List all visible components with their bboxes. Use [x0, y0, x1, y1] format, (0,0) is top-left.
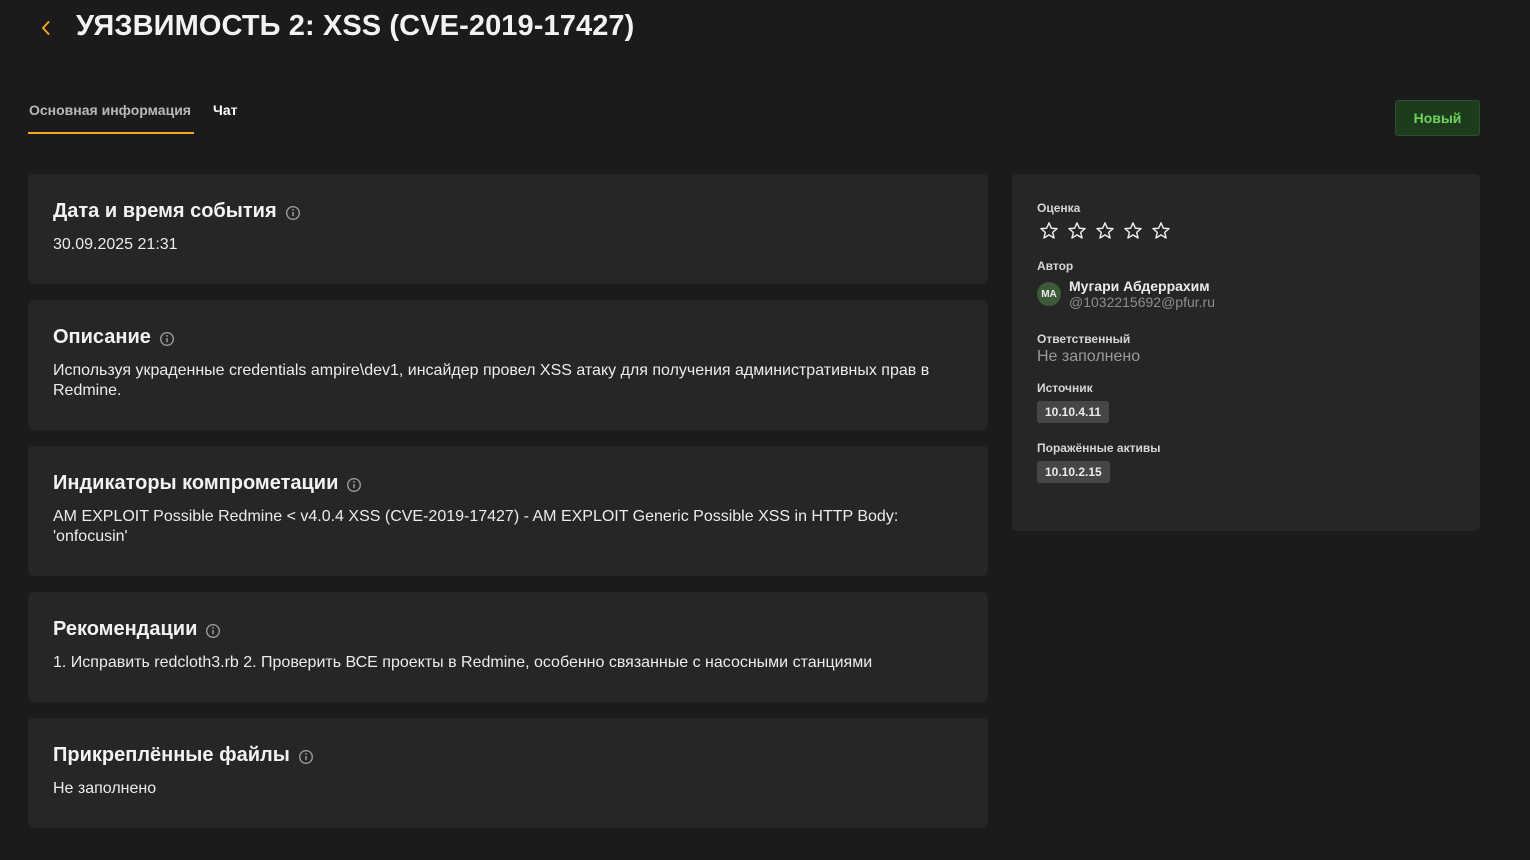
- description-heading: Описание: [53, 324, 963, 350]
- star-icon[interactable]: [1066, 220, 1088, 242]
- author: МА Мугари Абдеррахим @1032215692@pfur.ru: [1037, 278, 1455, 310]
- source-chip[interactable]: 10.10.4.11: [1037, 401, 1110, 423]
- author-name: Мугари Абдеррахим: [1069, 278, 1210, 294]
- event-time-value: 30.09.2025 21:31: [53, 236, 178, 253]
- chevron-left-icon: [42, 21, 50, 35]
- event-time-card: Дата и время события 30.09.2025 21:31: [28, 174, 988, 284]
- star-icon[interactable]: [1038, 220, 1060, 242]
- info-icon[interactable]: [298, 749, 314, 765]
- back-button[interactable]: [36, 16, 56, 40]
- description-card: Описание Используя украденные credential…: [28, 300, 988, 430]
- affected-asset-chip[interactable]: 10.10.2.15: [1037, 461, 1110, 483]
- attachments-title: Прикреплённые файлы: [53, 744, 290, 766]
- status-button[interactable]: Новый: [1395, 100, 1480, 136]
- tab-bar: Основная информация Чат: [28, 100, 237, 134]
- description-title: Описание: [53, 326, 151, 348]
- author-label: Автор: [1037, 259, 1074, 273]
- info-icon[interactable]: [346, 477, 362, 493]
- attachments-heading: Прикреплённые файлы: [53, 742, 963, 768]
- tab-chat[interactable]: Чат: [213, 100, 237, 134]
- recommendations-value: 1. Исправить redcloth3.rb 2. Проверить В…: [53, 654, 873, 671]
- assignee-label: Ответственный: [1037, 332, 1131, 346]
- author-email: @1032215692@pfur.ru: [1069, 294, 1215, 310]
- source-label: Источник: [1037, 381, 1093, 395]
- ioc-value: AM EXPLOIT Possible Redmine < v4.0.4 XSS…: [53, 508, 899, 545]
- ioc-card: Индикаторы компрометации AM EXPLOIT Poss…: [28, 446, 988, 576]
- rating-label: Оценка: [1037, 201, 1081, 215]
- page-header: УЯЗВИМОСТЬ 2: XSS (CVE-2019-17427): [0, 0, 1530, 60]
- attachments-card: Прикреплённые файлы Не заполнено: [28, 718, 988, 828]
- assignee-value: Не заполнено: [1037, 348, 1141, 365]
- author-info: Мугари Абдеррахим @1032215692@pfur.ru: [1069, 278, 1215, 310]
- avatar: МА: [1037, 282, 1061, 306]
- details-sidebar: Оценка Автор МА Мугари Абдеррахим @10322…: [1012, 174, 1480, 531]
- attachments-value: Не заполнено: [53, 780, 157, 797]
- info-icon[interactable]: [205, 623, 221, 639]
- info-icon[interactable]: [285, 205, 301, 221]
- affected-assets-label: Поражённые активы: [1037, 441, 1161, 455]
- description-value: Используя украденные credentials ampire\…: [53, 362, 930, 399]
- event-time-title: Дата и время события: [53, 200, 277, 222]
- recommendations-card: Рекомендации 1. Исправить redcloth3.rb 2…: [28, 592, 988, 702]
- star-icon[interactable]: [1122, 220, 1144, 242]
- ioc-title: Индикаторы компрометации: [53, 472, 339, 494]
- recommendations-heading: Рекомендации: [53, 616, 963, 642]
- ioc-heading: Индикаторы компрометации: [53, 470, 963, 496]
- event-time-heading: Дата и время события: [53, 198, 963, 224]
- star-icon[interactable]: [1094, 220, 1116, 242]
- tab-main-info[interactable]: Основная информация: [28, 100, 194, 134]
- star-icon[interactable]: [1150, 220, 1172, 242]
- page-title: УЯЗВИМОСТЬ 2: XSS (CVE-2019-17427): [76, 10, 635, 42]
- info-icon[interactable]: [159, 331, 175, 347]
- recommendations-title: Рекомендации: [53, 618, 198, 640]
- rating-stars: [1038, 220, 1455, 242]
